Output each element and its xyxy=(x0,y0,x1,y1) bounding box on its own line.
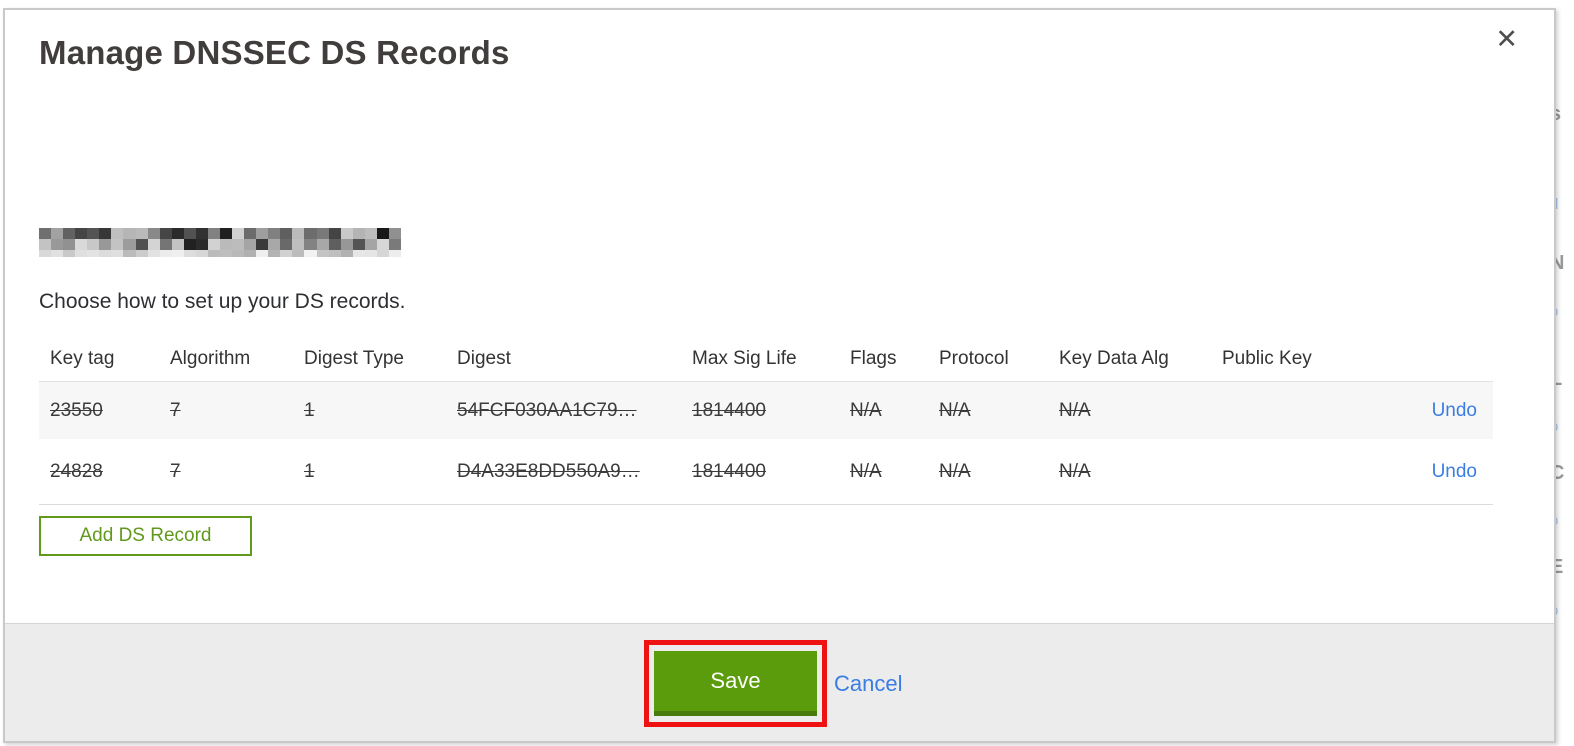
cell-key-tag: 24828 xyxy=(50,460,103,482)
edge-text-fragment: L xyxy=(1556,368,1563,390)
edge-text-fragment: C xyxy=(1556,462,1565,484)
cell-key-data-alg: N/A xyxy=(1059,399,1091,421)
close-icon[interactable]: ✕ xyxy=(1495,26,1518,53)
add-ds-record-button[interactable]: Add DS Record xyxy=(39,516,252,556)
cell-max-sig-life: 1814400 xyxy=(692,399,766,421)
cell-algorithm: 7 xyxy=(170,399,181,421)
cell-digest: D4A33E8DD550A9… xyxy=(457,460,640,482)
column-header-digest-type: Digest Type xyxy=(304,348,404,369)
edge-link-fragment: o xyxy=(1556,602,1558,619)
redacted-domain-name xyxy=(39,228,401,257)
column-header-flags: Flags xyxy=(850,348,897,369)
column-header-digest: Digest xyxy=(457,348,511,369)
cell-digest-type: 1 xyxy=(304,399,315,421)
cell-flags: N/A xyxy=(850,399,882,421)
column-header-protocol: Protocol xyxy=(939,348,1009,369)
edge-text-fragment: E xyxy=(1556,556,1564,578)
dialog-footer: Save Cancel xyxy=(5,623,1554,741)
instruction-text: Choose how to set up your DS records. xyxy=(39,290,406,313)
cell-digest-type: 1 xyxy=(304,460,315,482)
undo-link[interactable]: Undo xyxy=(1432,461,1477,482)
column-header-algorithm: Algorithm xyxy=(170,348,251,369)
table-row: 23550 7 1 54FCF030AA1C79… 1814400 N/A N/… xyxy=(39,381,1493,439)
cell-protocol: N/A xyxy=(939,399,971,421)
edge-link-fragment: o xyxy=(1556,303,1558,320)
screen: s d N o L o C o E o Manage DNSSEC DS Rec… xyxy=(0,0,1574,746)
column-header-max-sig-life: Max Sig Life xyxy=(692,348,797,369)
cell-flags: N/A xyxy=(850,460,882,482)
cell-max-sig-life: 1814400 xyxy=(692,460,766,482)
edge-text-fragment: s xyxy=(1556,103,1561,126)
cancel-link[interactable]: Cancel xyxy=(834,671,902,697)
edge-text-fragment: N xyxy=(1556,252,1565,274)
cell-algorithm: 7 xyxy=(170,460,181,482)
cell-protocol: N/A xyxy=(939,460,971,482)
column-header-key-data-alg: Key Data Alg xyxy=(1059,348,1169,369)
manage-dnssec-ds-records-dialog: Manage DNSSEC DS Records ✕ Choose how to… xyxy=(3,8,1556,743)
column-header-key-tag: Key tag xyxy=(50,348,115,369)
edge-link-fragment: o xyxy=(1556,418,1558,435)
save-button[interactable]: Save xyxy=(654,651,817,716)
edge-link-fragment: d xyxy=(1556,196,1558,213)
table-header-row: Key tag Algorithm Digest Type Digest Max… xyxy=(39,337,1493,381)
ds-records-table: Key tag Algorithm Digest Type Digest Max… xyxy=(39,337,1493,505)
cell-key-data-alg: N/A xyxy=(1059,460,1091,482)
undo-link[interactable]: Undo xyxy=(1432,400,1477,421)
column-header-public-key: Public Key xyxy=(1222,348,1312,369)
cell-key-tag: 23550 xyxy=(50,399,103,421)
annotation-highlight-box: Save xyxy=(644,640,827,727)
edge-link-fragment: o xyxy=(1556,512,1558,529)
cell-digest: 54FCF030AA1C79… xyxy=(457,399,637,421)
background-page-edge: s d N o L o C o E o xyxy=(1556,0,1574,746)
page-title: Manage DNSSEC DS Records xyxy=(39,34,510,71)
table-row: 24828 7 1 D4A33E8DD550A9… 1814400 N/A N/… xyxy=(39,439,1493,505)
